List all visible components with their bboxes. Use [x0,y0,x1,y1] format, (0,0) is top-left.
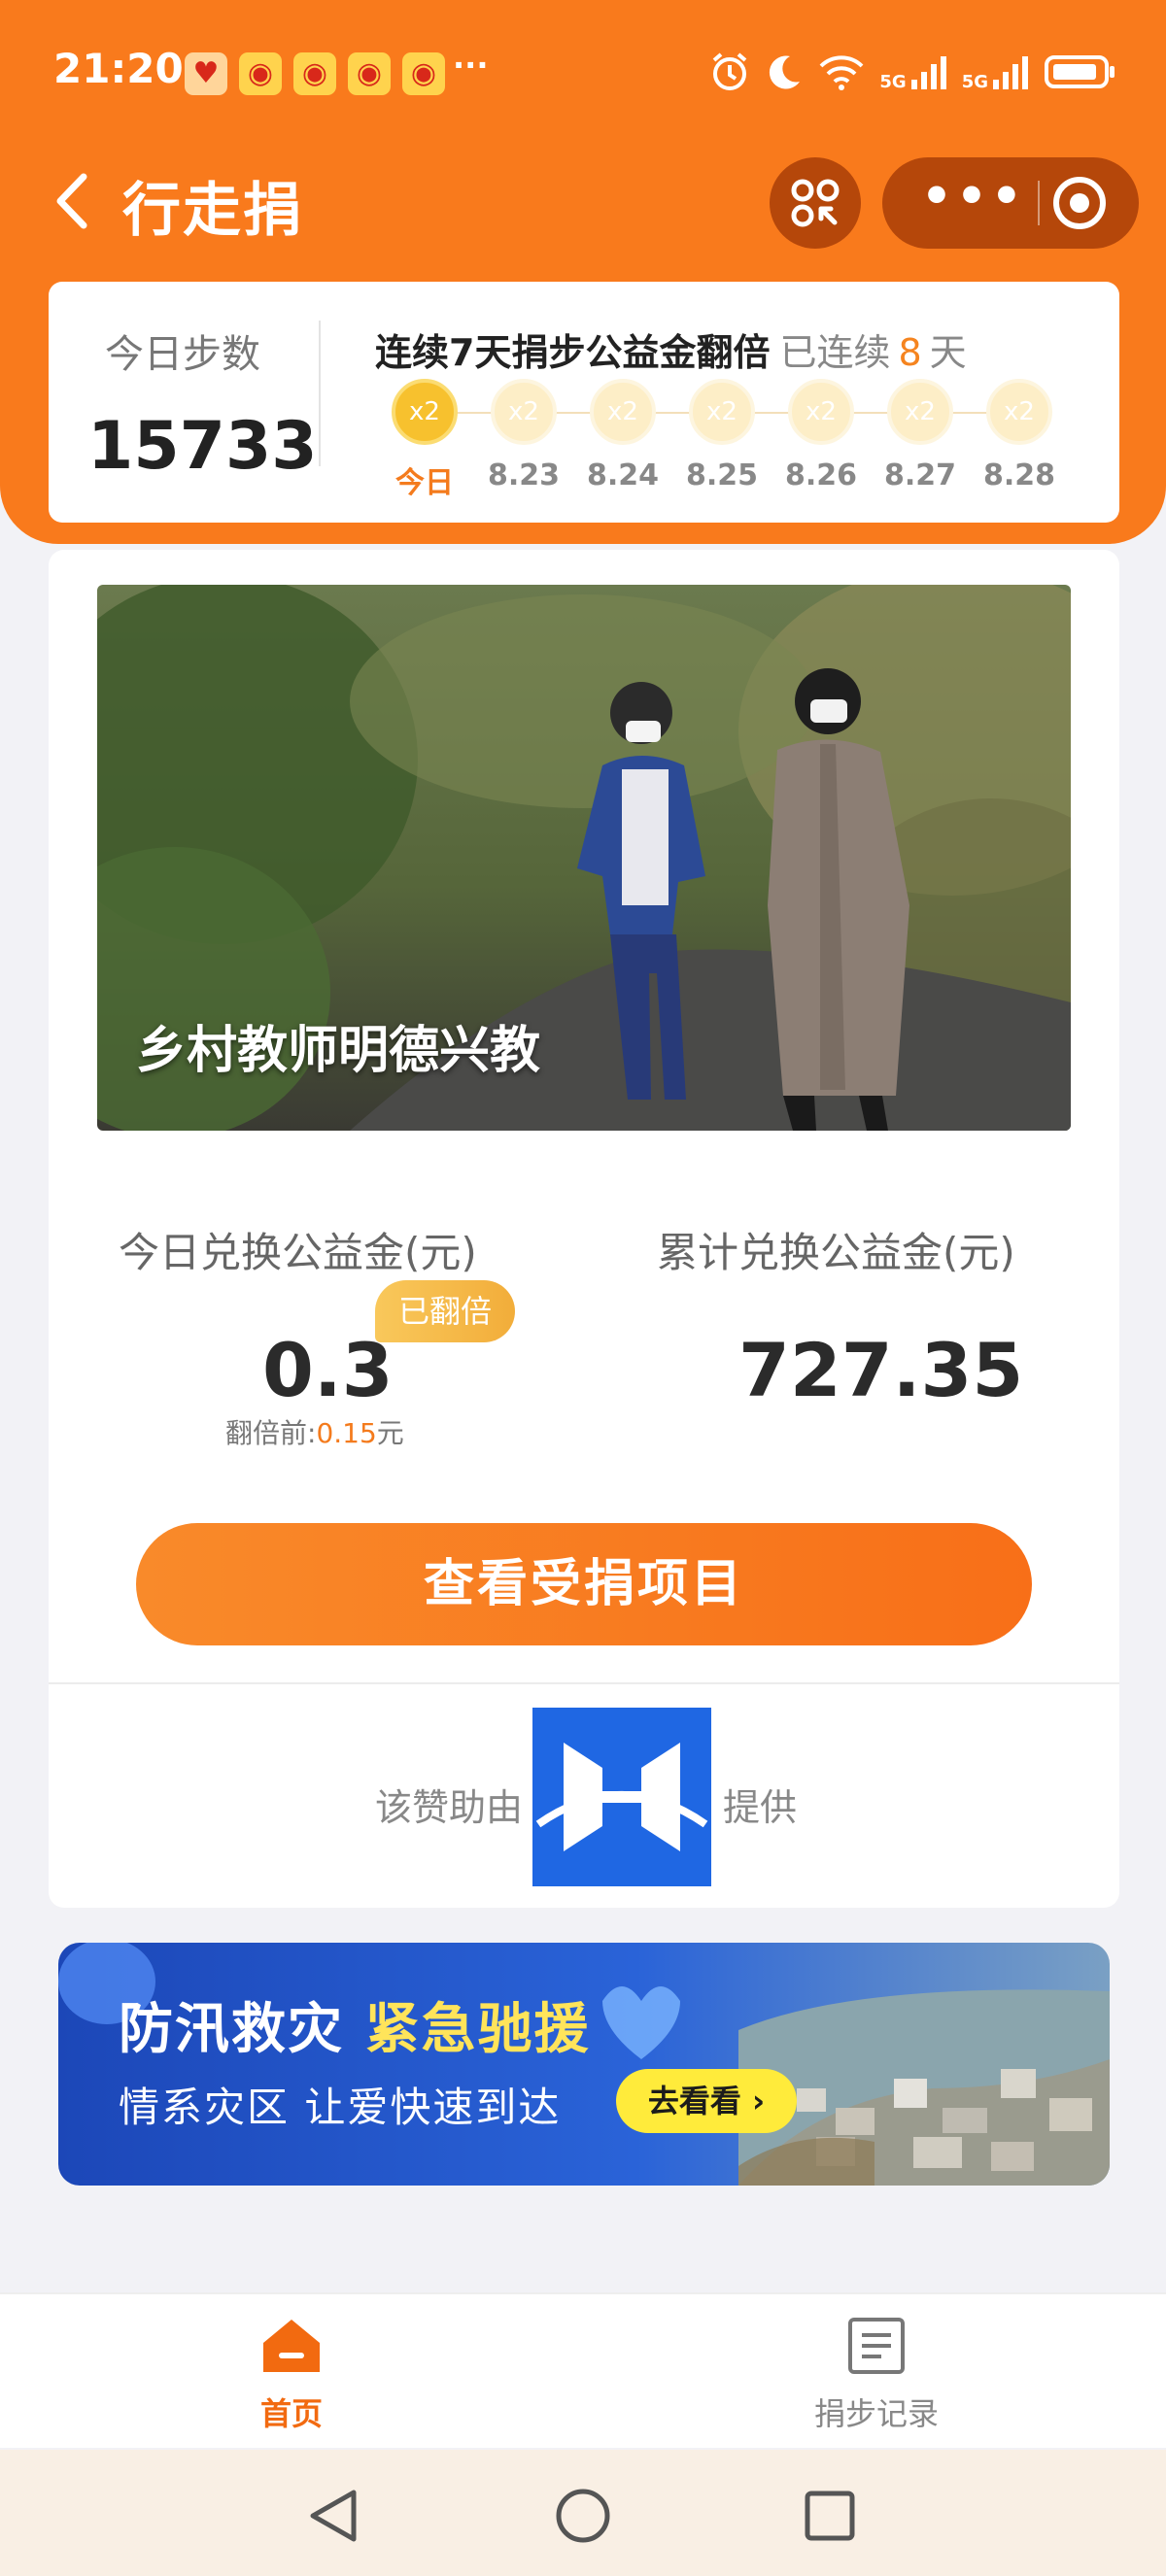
steps-label: 今日步数 [105,332,260,377]
banner-headline: 防汛救灾 紧急驰援 [119,1985,591,2064]
battery-icon [1045,55,1115,88]
view-projects-button[interactable]: 查看受捐项目 [136,1523,1032,1645]
status-bar: 21:20 ♥ ◉ ◉ ◉ ◉ ··· 5G 5G [0,39,1166,107]
banner-go-label: 去看看 [647,2083,741,2119]
today-label: 今日兑换公益金(元) [119,1229,477,1276]
scan-icon [791,179,840,227]
signal-icon [993,56,1028,89]
sponsor-prefix: 该赞助由 [375,1786,524,1829]
tab-records[interactable]: 捐步记录 [770,2316,983,2434]
banner-headline-b: 紧急驰援 [364,1998,591,2061]
tab-home[interactable]: 首页 [185,2316,398,2434]
today-value: 0.3 [262,1327,394,1413]
page-title: 行走捐 [122,177,303,245]
day-label: 8.28 [982,458,1056,492]
streak-prefix: 已连续 [779,331,891,374]
day-label: 8.25 [685,458,759,492]
navigation-bar: 行走捐 ••• [0,146,1166,257]
tab-label: 捐步记录 [813,2395,939,2432]
steps-count: 15733 [87,408,318,485]
streak-title-text: 连续7天捐步公益金翻倍 [375,331,771,374]
coin-icon: x2 [986,379,1052,445]
divider [49,1682,1119,1684]
status-time: 21:20 [53,45,184,92]
streak-unit: 天 [929,331,967,374]
streak-day: x2 8.27 [871,379,970,492]
banner-background [58,1943,1110,2186]
total-label: 累计兑换公益金(元) [657,1229,1015,1276]
streak-day: x2 8.23 [474,379,573,492]
day-label: 8.26 [784,458,858,492]
sponsor-logo-mark [535,1743,708,1851]
more-dots-icon[interactable]: ••• [921,172,1022,229]
alarm-icon [713,52,747,90]
wifi-icon [819,55,864,90]
day-label: 8.24 [586,458,660,492]
divider [319,321,321,466]
flood-relief-banner[interactable]: 防汛救灾 紧急驰援 情系灾区 让爱快速到达 去看看 › [58,1943,1110,2186]
coin-icon: x2 [590,379,656,445]
weibo-icon: ◉ [293,52,336,95]
sponsor-logo [532,1708,711,1886]
system-icons: 5G 5G [708,51,1117,93]
chevron-left-icon[interactable] [41,167,109,235]
weibo-icon: ◉ [402,52,445,95]
more-notifications: ··· [453,47,489,84]
doubled-badge: 已翻倍 [375,1280,515,1342]
streak-day: x2 今日 [375,379,474,501]
network-label: 5G [961,72,988,92]
tab-label: 首页 [259,2395,323,2432]
network-label: 5G [879,72,907,92]
record-list-icon [848,2318,905,2374]
coin-icon: x2 [392,379,458,445]
coin-icon: x2 [887,379,953,445]
banner-headline-a: 防汛救灾 [119,1998,344,2061]
before-value: 0.15 [316,1417,377,1449]
day-label: 8.27 [883,458,957,492]
chevron-right-icon: › [751,2083,766,2119]
streak-title: 连续7天捐步公益金翻倍 已连续 8 天 [375,322,967,376]
streak-days-row: x2 今日 x2 8.23 x2 8.24 x2 8.25 x2 8.26 x2… [375,379,1084,500]
streak-day: x2 8.24 [573,379,672,492]
banner-go-button[interactable]: 去看看 › [616,2069,797,2133]
miniapp-capsule: ••• [882,157,1139,249]
banner-subtitle: 情系灾区 让爱快速到达 [119,2084,562,2131]
heart-icon: ♥ [185,52,227,95]
capsule-divider [1038,181,1040,225]
streak-days: 8 [898,331,922,374]
sponsor-suffix: 提供 [723,1786,798,1829]
before-doubling: 翻倍前:0.15元 [225,1412,404,1451]
day-label: 今日 [395,466,454,500]
streak-day: x2 8.28 [970,379,1069,492]
weibo-icon: ◉ [348,52,391,95]
coin-icon: x2 [491,379,557,445]
coin-icon: x2 [788,379,854,445]
system-navigation-bar [0,2450,1166,2576]
recents-square-icon[interactable] [803,2489,857,2543]
moon-icon [770,55,801,89]
streak-day: x2 8.25 [672,379,772,492]
tab-bar: 首页 捐步记录 [0,2292,1166,2448]
home-circle-icon[interactable] [554,2487,612,2545]
before-unit: 元 [376,1417,404,1449]
day-label: 8.23 [487,458,561,492]
target-circle-icon[interactable] [1049,173,1110,233]
steps-card: 今日步数 15733 连续7天捐步公益金翻倍 已连续 8 天 x2 今日 x2 8.2… [49,282,1119,523]
project-photo[interactable]: 乡村教师明德兴教 [97,585,1071,1131]
donation-card: 乡村教师明德兴教 今日兑换公益金(元) 累计兑换公益金(元) 已翻倍 0.3 7… [49,550,1119,1908]
weibo-icon: ◉ [239,52,282,95]
scan-button[interactable] [770,157,861,249]
home-icon [263,2320,320,2372]
coin-icon: x2 [689,379,755,445]
signal-icon [910,56,946,89]
back-triangle-icon[interactable] [307,2487,360,2545]
before-prefix: 翻倍前: [225,1417,317,1449]
project-caption: 乡村教师明德兴教 [136,1022,541,1080]
streak-day: x2 8.26 [772,379,871,492]
total-value: 727.35 [738,1327,1024,1413]
